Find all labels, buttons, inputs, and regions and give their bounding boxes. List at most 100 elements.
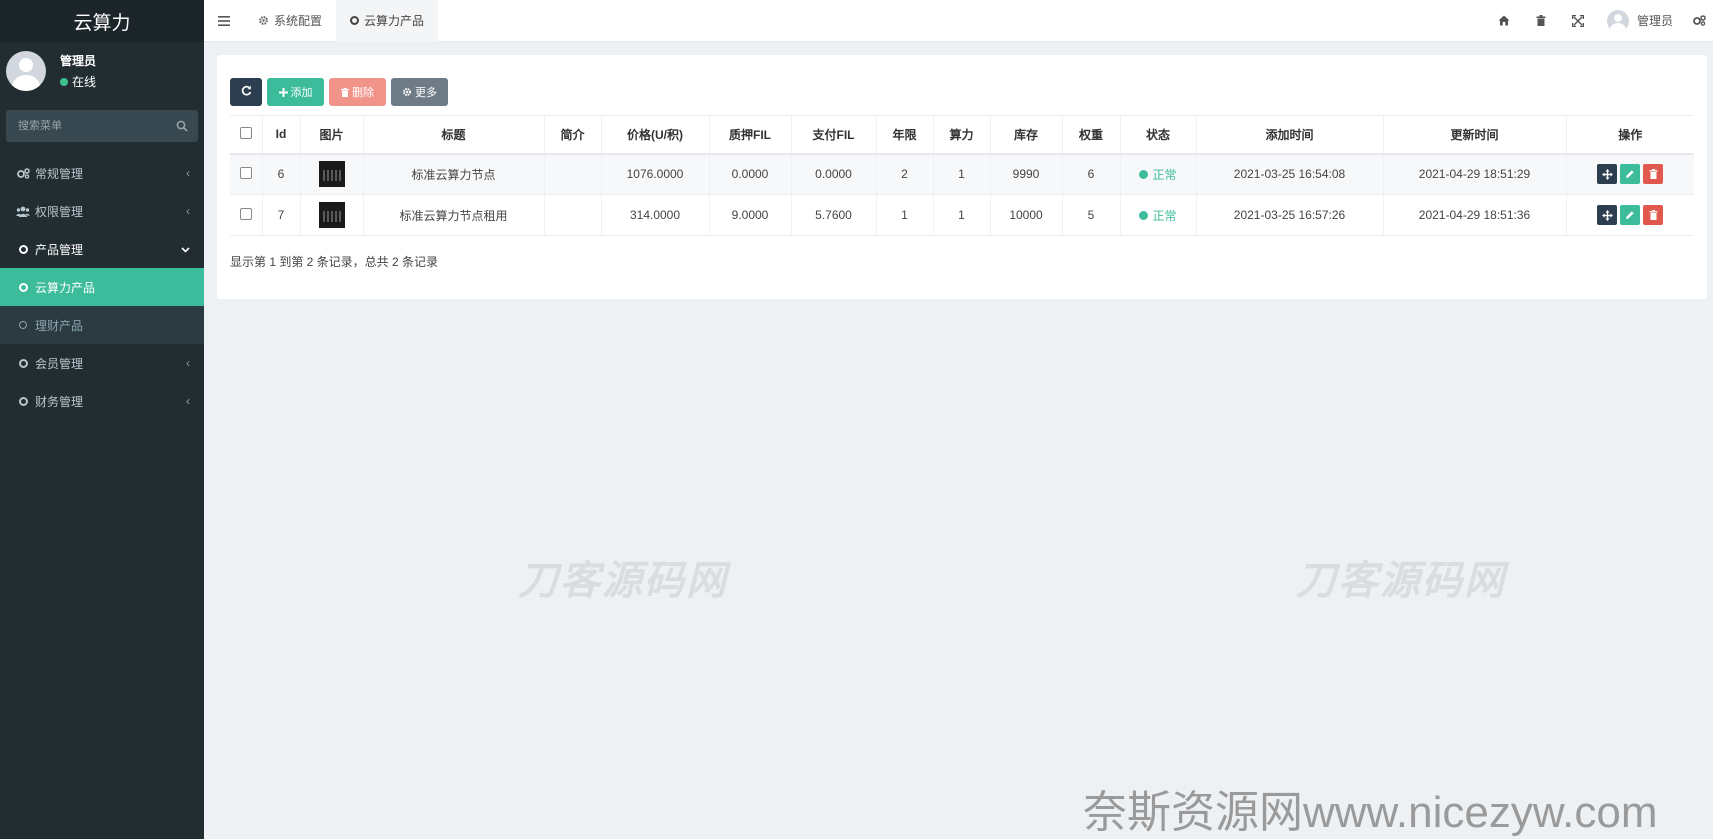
- sidebar-item-label: 产品管理: [35, 242, 84, 257]
- status-badge[interactable]: 正常: [1139, 207, 1177, 224]
- top-user-menu[interactable]: 管理员: [1597, 9, 1685, 32]
- cell-power: 1: [933, 194, 991, 236]
- column-header: 年限: [876, 115, 934, 155]
- tab-label: 系统配置: [274, 14, 323, 28]
- drag-sort-button[interactable]: [1597, 164, 1618, 185]
- column-header: 图片: [300, 115, 364, 155]
- row-checkbox[interactable]: [239, 207, 252, 220]
- more-button[interactable]: 更多: [391, 78, 448, 106]
- cogs-icon: [16, 167, 30, 179]
- sidebar-item-product[interactable]: 产品管理: [0, 230, 204, 268]
- edit-button[interactable]: [1620, 205, 1641, 225]
- product-image[interactable]: [318, 161, 345, 188]
- trash-icon: [1649, 210, 1658, 220]
- content-panel: 添加 删除 更多 Id 图片 标题 简介 价格(U/积) 质押FIL 支付FIL…: [217, 55, 1707, 299]
- cell-title: 标准云算力节点租用: [363, 194, 545, 236]
- user-avatar: [6, 51, 46, 91]
- sidebar-item-label: 权限管理: [35, 204, 84, 219]
- cell-price: 1076.0000: [601, 153, 710, 195]
- status-badge[interactable]: 正常: [1139, 166, 1177, 183]
- tab-cloud-product[interactable]: 云算力产品: [336, 0, 439, 42]
- trash-icon: [341, 87, 349, 97]
- product-table: Id 图片 标题 简介 价格(U/积) 质押FIL 支付FIL 年限 算力 库存…: [230, 115, 1694, 236]
- column-header: 操作: [1566, 115, 1694, 155]
- status-dot-icon: [1139, 210, 1149, 220]
- cogs-icon[interactable]: [1685, 15, 1713, 26]
- cell-years: 2: [876, 153, 934, 195]
- cell-pledge: 0.0000: [709, 153, 792, 195]
- column-header: 算力: [933, 115, 991, 155]
- chevron-left-icon: ‹: [186, 356, 190, 370]
- sidebar-item-permission[interactable]: 权限管理 ‹: [0, 192, 204, 230]
- delete-row-button[interactable]: [1643, 205, 1664, 225]
- add-button[interactable]: 添加: [267, 78, 324, 106]
- cell-years: 1: [876, 194, 934, 236]
- cell-price: 314.0000: [601, 194, 710, 236]
- row-checkbox[interactable]: [239, 166, 252, 179]
- status-dot-icon: [1139, 169, 1149, 179]
- column-header[interactable]: Id: [262, 115, 301, 155]
- column-header: 权重: [1062, 115, 1121, 155]
- menu-toggle-icon[interactable]: [204, 15, 244, 26]
- plus-icon: [278, 87, 288, 97]
- toolbar: 添加 删除 更多: [230, 78, 448, 106]
- cell-pay: 0.0000: [791, 153, 877, 195]
- top-user-avatar: [1606, 9, 1629, 32]
- move-icon: [1601, 168, 1613, 180]
- cell-updated: 2021-04-29 18:51:36: [1383, 194, 1567, 236]
- column-header: 状态: [1120, 115, 1197, 155]
- column-header: 简介: [544, 115, 602, 155]
- online-dot-icon: [60, 77, 68, 86]
- sidebar-item-finance-product[interactable]: 理财产品: [0, 306, 204, 344]
- column-header: 标题: [363, 115, 545, 155]
- tab-label: 云算力产品: [364, 14, 425, 28]
- circle-icon: [16, 282, 30, 292]
- column-header: 添加时间: [1196, 115, 1384, 155]
- table-row[interactable]: 6 标准云算力节点 1076.0000 0.0000 0.0000 2 1 99…: [230, 153, 1694, 195]
- users-icon: [16, 206, 30, 217]
- cell-intro: [544, 194, 602, 236]
- sidebar-item-general[interactable]: 常规管理 ‹: [0, 154, 204, 192]
- top-bar: 系统配置 云算力产品 管理员: [204, 0, 1713, 42]
- delete-button[interactable]: 删除: [329, 78, 386, 106]
- delete-row-button[interactable]: [1643, 164, 1664, 185]
- fullscreen-icon[interactable]: [1560, 14, 1597, 27]
- chevron-left-icon: ‹: [186, 166, 190, 180]
- sidebar-item-label: 财务管理: [35, 394, 84, 409]
- trash-icon[interactable]: [1523, 15, 1560, 26]
- cell-stock: 9990: [990, 153, 1063, 195]
- select-all-checkbox[interactable]: [239, 126, 252, 139]
- home-icon[interactable]: [1486, 15, 1523, 26]
- table-header-row: Id 图片 标题 简介 价格(U/积) 质押FIL 支付FIL 年限 算力 库存…: [230, 115, 1694, 155]
- refresh-icon: [241, 85, 252, 99]
- sidebar-item-label: 理财产品: [35, 318, 84, 333]
- cell-weight: 6: [1062, 153, 1121, 195]
- pencil-icon: [1626, 170, 1634, 179]
- circle-icon: [16, 321, 30, 329]
- table-row[interactable]: 7 标准云算力节点租用 314.0000 9.0000 5.7600 1 1 1…: [230, 194, 1694, 236]
- cell-pay: 5.7600: [791, 194, 877, 236]
- brand-logo[interactable]: 云算力: [0, 0, 204, 42]
- circle-icon: [350, 16, 360, 25]
- refresh-button[interactable]: [230, 78, 262, 106]
- tab-system-config[interactable]: 系统配置: [244, 0, 336, 42]
- chevron-left-icon: ‹: [186, 394, 190, 408]
- move-icon: [1601, 209, 1613, 221]
- sidebar-item-label: 会员管理: [35, 356, 84, 371]
- user-panel: 管理员 在线: [0, 42, 204, 100]
- watermark-bottom: 奈斯资源网www.nicezyw.com: [1083, 788, 1658, 837]
- circle-icon: [16, 244, 30, 254]
- drag-sort-button[interactable]: [1597, 205, 1618, 225]
- edit-button[interactable]: [1620, 164, 1641, 185]
- column-header: 价格(U/积): [601, 115, 710, 155]
- gear-icon: [258, 15, 269, 26]
- column-header: 更新时间: [1383, 115, 1567, 155]
- sidebar-item-cloud-product[interactable]: 云算力产品: [0, 268, 204, 306]
- search-icon[interactable]: [176, 120, 188, 132]
- menu-search-input[interactable]: [18, 120, 158, 132]
- sidebar-item-member[interactable]: 会员管理 ‹: [0, 344, 204, 382]
- user-status-label: 在线: [72, 75, 97, 89]
- column-header: 质押FIL: [709, 115, 792, 155]
- sidebar-item-finance[interactable]: 财务管理 ‹: [0, 382, 204, 420]
- product-image[interactable]: [318, 202, 345, 228]
